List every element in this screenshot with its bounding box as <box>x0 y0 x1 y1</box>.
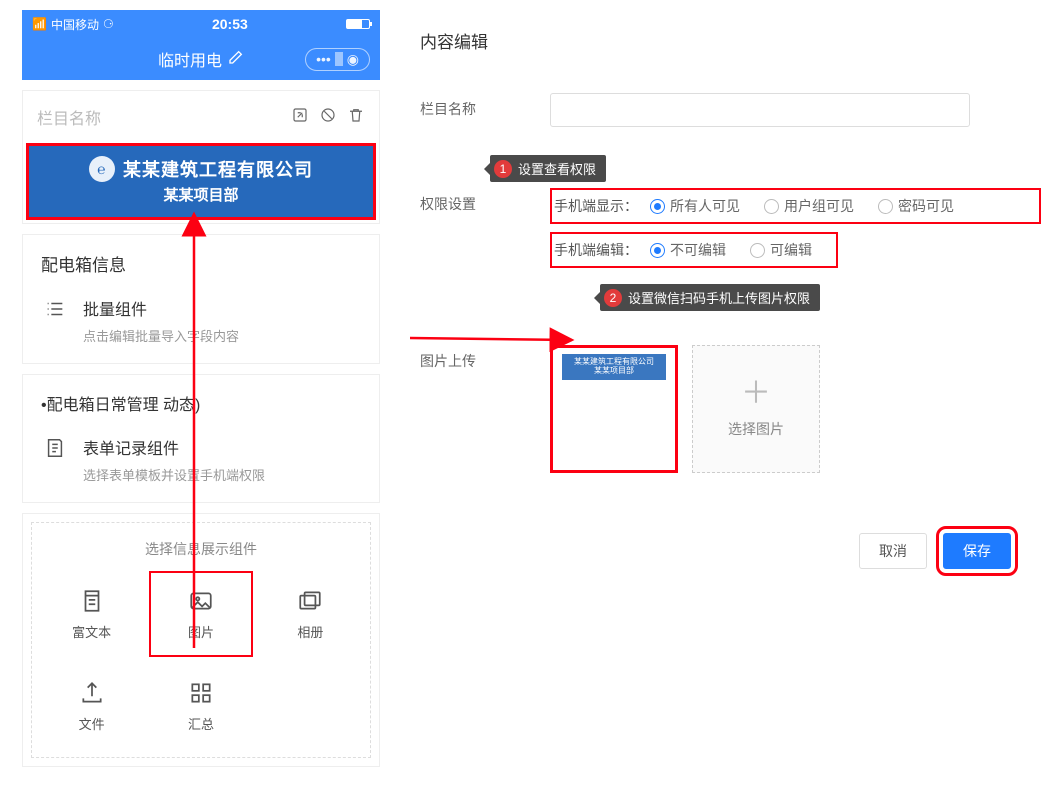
uploaded-thumb[interactable]: 某某建筑工程有限公司 某某项目部 <box>550 345 678 473</box>
label-permission: 权限设置 <box>420 188 550 214</box>
capsule-more-icon[interactable]: ••• <box>312 51 335 67</box>
save-button[interactable]: 保存 <box>943 533 1011 569</box>
callout-1: 1设置查看权限 <box>490 155 606 182</box>
cancel-button[interactable]: 取消 <box>859 533 927 569</box>
permission-display-box: 手机端显示： 所有人可见 用户组可见 密码可见 <box>550 188 1041 224</box>
radio-label: 不可编辑 <box>670 240 726 260</box>
chooser-richtext[interactable]: 富文本 <box>40 571 143 657</box>
phone-status-bar: 📶 中国移动 ⚆ 20:53 <box>22 10 380 38</box>
section-2: •配电箱日常管理 动态) 表单记录组件 选择表单模板并设置手机端权限 <box>22 374 380 503</box>
capsule-close-icon[interactable]: ◉ <box>343 51 363 68</box>
album-icon <box>297 588 323 614</box>
richtext-icon <box>79 588 105 614</box>
item-title: 表单记录组件 <box>83 435 265 459</box>
item-desc: 选择表单模板并设置手机端权限 <box>83 465 265 484</box>
component-chooser: 选择信息展示组件 富文本 图片 相册 文件 <box>22 513 380 767</box>
edit-label: 手机端编辑： <box>554 240 638 260</box>
image-picker[interactable]: ＋ 选择图片 <box>692 345 820 473</box>
chooser-image[interactable]: 图片 <box>149 571 252 657</box>
permission-edit-box: 手机端编辑： 不可编辑 可编辑 <box>550 232 838 268</box>
cell-label: 富文本 <box>72 622 111 641</box>
list-icon <box>41 296 69 345</box>
thumb-preview: 某某建筑工程有限公司 某某项目部 <box>562 354 666 380</box>
radio-label: 用户组可见 <box>784 196 854 216</box>
editor-title: 内容编辑 <box>420 28 1041 53</box>
radio-edit-no[interactable]: 不可编辑 <box>650 240 726 260</box>
cell-label: 相册 <box>297 622 323 641</box>
form-icon <box>41 435 69 484</box>
column-name-placeholder[interactable]: 栏目名称 <box>37 105 291 129</box>
batch-component-item[interactable]: 批量组件 点击编辑批量导入字段内容 <box>23 292 379 363</box>
signal-icon: 📶 <box>32 17 47 31</box>
item-title: 批量组件 <box>83 296 239 320</box>
page-title: 临时用电 <box>158 47 222 71</box>
callout-text: 设置查看权限 <box>518 159 596 178</box>
plus-icon: ＋ <box>741 379 771 409</box>
column-name-input[interactable] <box>550 93 970 127</box>
row-permission: 权限设置 手机端显示： 所有人可见 用户组可见 密码可见 手机端编辑： 不可编辑… <box>420 188 1041 317</box>
chooser-album[interactable]: 相册 <box>259 571 362 657</box>
wifi-icon: ⚆ <box>103 17 114 31</box>
miniprogram-capsule[interactable]: ••• ◉ <box>305 48 370 71</box>
radio-label: 所有人可见 <box>670 196 740 216</box>
content-editor: 内容编辑 栏目名称 1设置查看权限 权限设置 手机端显示： 所有人可见 用户组可… <box>420 28 1041 569</box>
label-upload: 图片上传 <box>420 345 550 371</box>
upload-icon <box>79 680 105 706</box>
edit-icon[interactable] <box>228 49 244 70</box>
editor-buttons: 取消 保存 <box>420 533 1041 569</box>
chooser-heading: 选择信息展示组件 <box>40 539 362 559</box>
radio-label: 可编辑 <box>770 240 812 260</box>
radio-edit-yes[interactable]: 可编辑 <box>750 240 812 260</box>
status-time: 20:53 <box>114 16 346 32</box>
callout-2: 2设置微信扫码手机上传图片权限 <box>600 284 820 311</box>
carrier-text: 中国移动 <box>51 16 99 33</box>
radio-display-all[interactable]: 所有人可见 <box>650 196 740 216</box>
cell-label: 汇总 <box>188 714 214 733</box>
row-upload: 图片上传 某某建筑工程有限公司 某某项目部 ＋ 选择图片 <box>420 345 1041 473</box>
shrink-icon[interactable] <box>291 106 309 128</box>
forbid-icon[interactable] <box>319 106 337 128</box>
item-desc: 点击编辑批量导入字段内容 <box>83 326 239 345</box>
row-column-name: 栏目名称 <box>420 93 1041 127</box>
radio-display-password[interactable]: 密码可见 <box>878 196 954 216</box>
phone-title-bar: 临时用电 ••• ◉ <box>22 38 380 80</box>
section1-title: 配电箱信息 <box>23 235 379 292</box>
project-name: 某某项目部 <box>29 184 373 205</box>
section-1: 配电箱信息 批量组件 点击编辑批量导入字段内容 <box>22 234 380 364</box>
form-record-item[interactable]: 表单记录组件 选择表单模板并设置手机端权限 <box>23 431 379 502</box>
section2-title: •配电箱日常管理 动态) <box>23 375 379 431</box>
radio-display-group[interactable]: 用户组可见 <box>764 196 854 216</box>
battery-icon <box>346 19 370 29</box>
callout-text: 设置微信扫码手机上传图片权限 <box>628 288 810 307</box>
cell-label: 文件 <box>79 714 105 733</box>
phone-preview: 📶 中国移动 ⚆ 20:53 临时用电 ••• ◉ 栏目名称 ℮ <box>22 10 380 767</box>
chooser-file[interactable]: 文件 <box>40 663 143 749</box>
picker-label: 选择图片 <box>728 419 784 439</box>
label-column: 栏目名称 <box>420 93 550 119</box>
chooser-summary[interactable]: 汇总 <box>149 663 252 749</box>
display-label: 手机端显示： <box>554 196 638 216</box>
company-logo-icon: ℮ <box>89 156 115 182</box>
chooser-empty <box>259 663 362 749</box>
grid-icon <box>188 680 214 706</box>
company-name: 某某建筑工程有限公司 <box>123 156 313 182</box>
image-icon <box>188 588 214 614</box>
trash-icon[interactable] <box>347 106 365 128</box>
cell-label: 图片 <box>188 622 214 641</box>
radio-label: 密码可见 <box>898 196 954 216</box>
company-banner[interactable]: ℮ 某某建筑工程有限公司 某某项目部 <box>26 143 376 220</box>
column-panel: 栏目名称 ℮ 某某建筑工程有限公司 某某项目部 <box>22 90 380 224</box>
